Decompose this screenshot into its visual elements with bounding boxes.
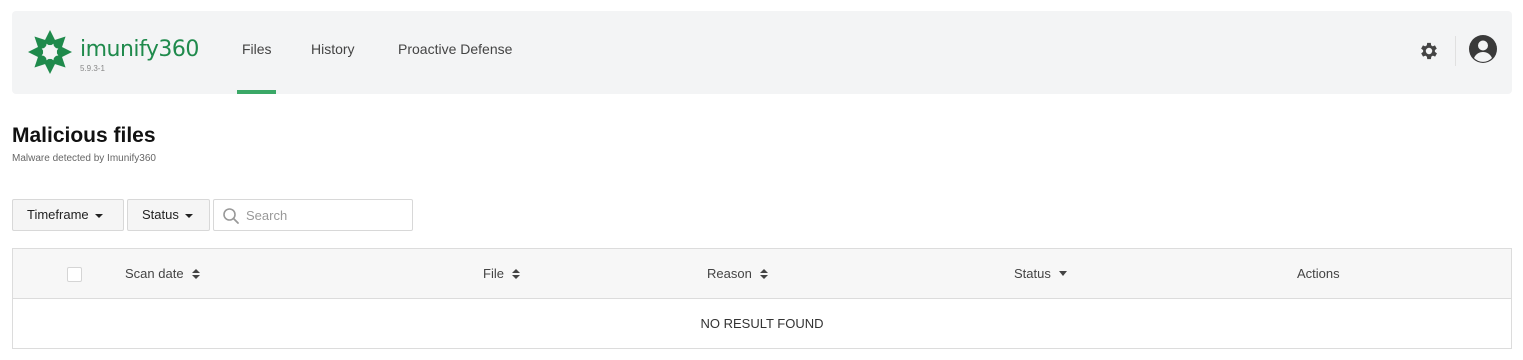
search-input[interactable] [244, 200, 409, 230]
timeframe-dropdown[interactable]: Timeframe [12, 199, 124, 231]
caret-down-icon [94, 213, 103, 218]
table-header: Scan date File Reason Status Actions [13, 249, 1511, 299]
sort-icon [759, 268, 768, 279]
imunify360-logo[interactable]: imunify360 5.9.3-1 [26, 27, 226, 87]
status-label: Status [142, 207, 179, 222]
empty-state-row: NO RESULT FOUND [13, 299, 1511, 348]
column-file[interactable]: File [483, 266, 520, 281]
version-label: 5.9.3-1 [80, 64, 105, 73]
column-reason[interactable]: Reason [707, 266, 768, 281]
column-label: Scan date [125, 266, 184, 281]
user-avatar-icon[interactable] [1468, 34, 1498, 64]
header-divider [1455, 36, 1456, 66]
column-label: Reason [707, 266, 752, 281]
page-subtitle: Malware detected by Imunify360 [12, 153, 156, 164]
column-status[interactable]: Status [1014, 266, 1067, 281]
empty-message: NO RESULT FOUND [700, 316, 824, 331]
gear-icon[interactable] [1418, 40, 1440, 62]
sort-icon [511, 268, 520, 279]
tab-history[interactable]: History [311, 41, 355, 57]
column-label: Status [1014, 266, 1051, 281]
brand-name: imunify360 [80, 37, 199, 62]
tab-proactive-defense[interactable]: Proactive Defense [398, 41, 512, 57]
column-scan-date[interactable]: Scan date [125, 266, 200, 281]
active-tab-indicator [237, 90, 276, 94]
column-actions: Actions [1297, 266, 1340, 281]
top-navigation-bar: imunify360 5.9.3-1 Files History Proacti… [12, 11, 1512, 94]
caret-down-icon [184, 213, 193, 218]
timeframe-label: Timeframe [27, 207, 89, 222]
status-dropdown[interactable]: Status [127, 199, 210, 231]
sort-desc-icon [1058, 271, 1067, 276]
imunify-logo-icon [28, 30, 72, 74]
column-label: File [483, 266, 504, 281]
search-icon [223, 208, 239, 224]
column-label: Actions [1297, 266, 1340, 281]
search-box[interactable] [213, 199, 413, 231]
malicious-files-table: Scan date File Reason Status Actions NO … [12, 248, 1512, 349]
sort-icon [191, 268, 200, 279]
page-title: Malicious files [12, 124, 156, 147]
tab-files[interactable]: Files [242, 41, 272, 57]
select-all-checkbox[interactable] [67, 267, 82, 282]
